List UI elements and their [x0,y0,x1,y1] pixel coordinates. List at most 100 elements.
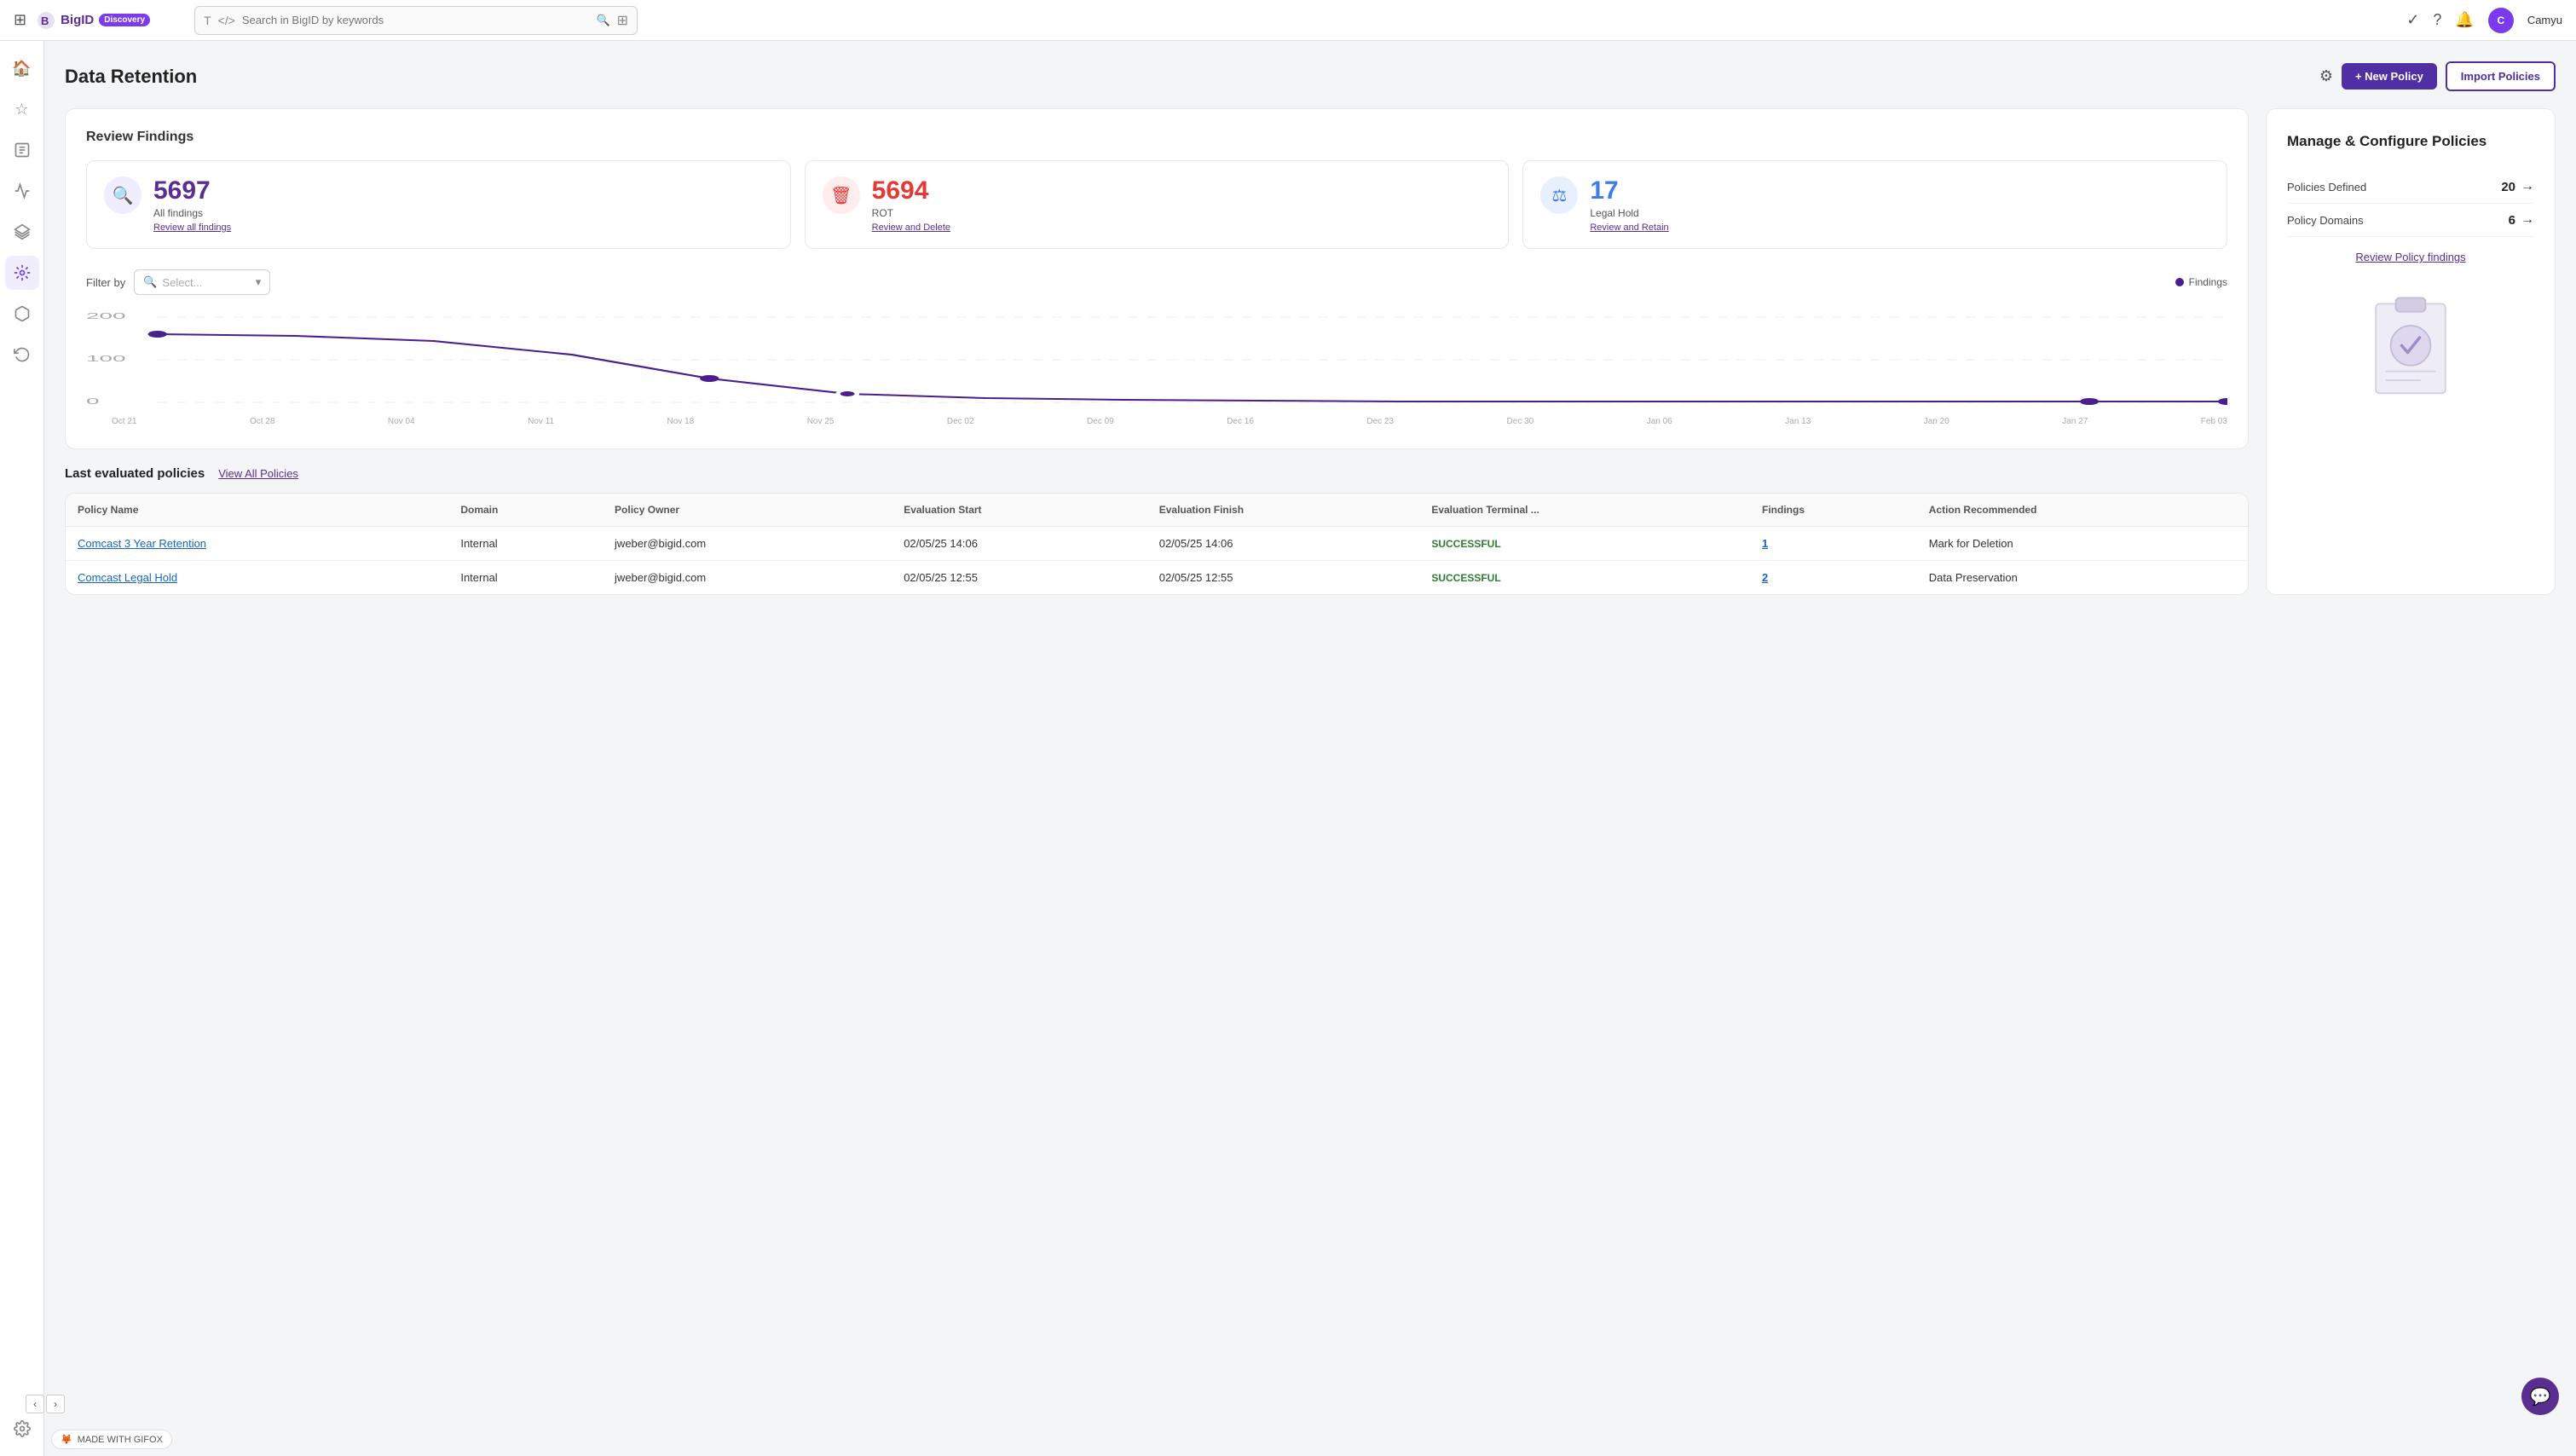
eval-start-0: 02/05/25 14:06 [892,527,1147,561]
finding-card-all: 🔍 5697 All findings Review all findings [86,160,791,249]
manage-panel: Manage & Configure Policies Policies Def… [2266,108,2556,595]
rot-link[interactable]: Review and Delete [872,222,950,233]
col-policy-owner: Policy Owner [603,494,892,527]
sidebar-item-cube[interactable] [5,297,39,331]
legend-label: Findings [2189,276,2227,288]
policy-domains-label: Policy Domains [2287,214,2364,227]
finding-card-rot: 🗑 5694 ROT Review and Delete [805,160,1510,249]
gifox-icon: 🦊 [61,1434,72,1445]
search-icon[interactable]: 🔍 [596,14,609,27]
chart-container: 200 100 0 [86,309,2227,428]
avatar[interactable]: C [2488,8,2514,33]
filter-icon[interactable]: ⊞ [617,12,628,29]
chat-button[interactable]: 💬 [2521,1378,2559,1415]
sidebar-item-layers[interactable] [5,215,39,249]
sidebar-item-data[interactable] [5,256,39,290]
nav-arrows: ‹ › [26,1395,65,1413]
legal-hold-icon: ⚖ [1540,176,1578,214]
eval-finish-1: 02/05/25 12:55 [1147,561,1420,595]
all-findings-link[interactable]: Review all findings [153,222,231,233]
col-eval-finish: Evaluation Finish [1147,494,1420,527]
all-findings-icon: 🔍 [104,176,142,214]
bigid-logo-icon: B [37,11,55,30]
sidebar-item-reports[interactable] [5,133,39,167]
policies-defined-label: Policies Defined [2287,181,2366,194]
sidebar-item-settings[interactable] [5,1412,39,1446]
main-content: Data Retention ⚙ + New Policy Import Pol… [44,41,2576,1456]
svg-text:B: B [41,14,49,27]
rot-label: ROT [872,207,950,219]
svg-text:100: 100 [86,354,126,363]
status-badge-0: SUCCESSFUL [1431,538,1500,550]
col-domain: Domain [448,494,603,527]
col-policy-name: Policy Name [66,494,448,527]
col-action-recommended: Action Recommended [1917,494,2248,527]
all-findings-label: All findings [153,207,231,219]
content-main: Review Findings 🔍 5697 All findings Revi… [65,108,2249,595]
rot-count: 5694 [872,176,950,205]
domain-1: Internal [448,561,603,595]
eval-start-1: 02/05/25 12:55 [892,561,1147,595]
settings-button[interactable]: ⚙ [2319,67,2333,85]
policy-domains-arrow[interactable]: → [2521,212,2534,228]
findings-num-0[interactable]: 1 [1762,537,1768,550]
findings-num-1[interactable]: 2 [1762,571,1768,584]
sidebar-item-home[interactable]: 🏠 [5,51,39,85]
action-1: Data Preservation [1917,561,2248,595]
search-bar[interactable]: T </> 🔍 ⊞ [194,6,638,35]
policy-domains-value: 6 [2509,213,2515,228]
policies-defined-value: 20 [2501,180,2515,194]
policy-name-link-0[interactable]: Comcast 3 Year Retention [78,537,206,550]
nav-right: ✓ ? 🔔 C Camyu [2406,8,2562,33]
grid-icon[interactable]: ⊞ [14,11,26,29]
svg-text:200: 200 [86,311,126,321]
clipboard-illustration [2287,284,2534,403]
gifox-label: MADE WITH GIFOX [78,1435,163,1445]
policies-table-wrapper: Policy Name Domain Policy Owner Evaluati… [65,493,2249,595]
legal-hold-link[interactable]: Review and Retain [1590,222,1668,233]
gifox-badge[interactable]: 🦊 MADE WITH GIFOX [51,1430,172,1449]
check-circle-icon[interactable]: ✓ [2406,11,2419,29]
legal-hold-count: 17 [1590,176,1668,205]
findings-chart: 200 100 0 [86,309,2227,411]
help-icon[interactable]: ? [2433,11,2441,29]
policies-defined-arrow[interactable]: → [2521,179,2534,194]
logo-badge: Discovery [99,14,150,26]
nav-back-button[interactable]: ‹ [26,1395,44,1413]
col-findings: Findings [1750,494,1917,527]
legal-hold-label: Legal Hold [1590,207,1668,219]
domain-0: Internal [448,527,603,561]
content-layout: Review Findings 🔍 5697 All findings Revi… [65,108,2556,595]
eval-finish-0: 02/05/25 14:06 [1147,527,1420,561]
sidebar-item-refresh[interactable] [5,338,39,372]
filter-label: Filter by [86,276,125,289]
page-title: Data Retention [65,66,197,88]
review-findings-title: Review Findings [86,130,2227,145]
new-policy-button[interactable]: + New Policy [2342,63,2437,90]
table-row: Comcast Legal Hold Internal jweber@bigid… [66,561,2248,595]
col-eval-terminal: Evaluation Terminal ... [1419,494,1750,527]
sidebar-item-activity[interactable] [5,174,39,208]
col-eval-start: Evaluation Start [892,494,1147,527]
nav-forward-button[interactable]: › [46,1395,65,1413]
owner-1: jweber@bigid.com [603,561,892,595]
all-findings-count: 5697 [153,176,231,205]
manage-title: Manage & Configure Policies [2287,133,2534,150]
sidebar-item-favorites[interactable]: ☆ [5,92,39,126]
clipboard-svg [2359,284,2462,403]
finding-card-legal-hold: ⚖ 17 Legal Hold Review and Retain [1522,160,2227,249]
username[interactable]: Camyu [2527,14,2562,26]
logo-text: BigID [61,13,94,27]
last-evaluated-section: Last evaluated policies View All Policie… [65,466,2249,595]
view-all-policies-link[interactable]: View All Policies [218,467,298,480]
legend-dot [2175,278,2184,286]
review-policy-link[interactable]: Review Policy findings [2287,251,2534,263]
policy-name-link-1[interactable]: Comcast Legal Hold [78,571,177,584]
import-policies-button[interactable]: Import Policies [2446,61,2556,91]
notifications-icon[interactable]: 🔔 [2455,11,2474,29]
filter-select[interactable]: 🔍 Select... ▾ [134,269,270,295]
last-evaluated-title: Last evaluated policies [65,466,205,481]
search-input[interactable] [242,14,590,26]
action-0: Mark for Deletion [1917,527,2248,561]
findings-cards: 🔍 5697 All findings Review all findings … [86,160,2227,249]
